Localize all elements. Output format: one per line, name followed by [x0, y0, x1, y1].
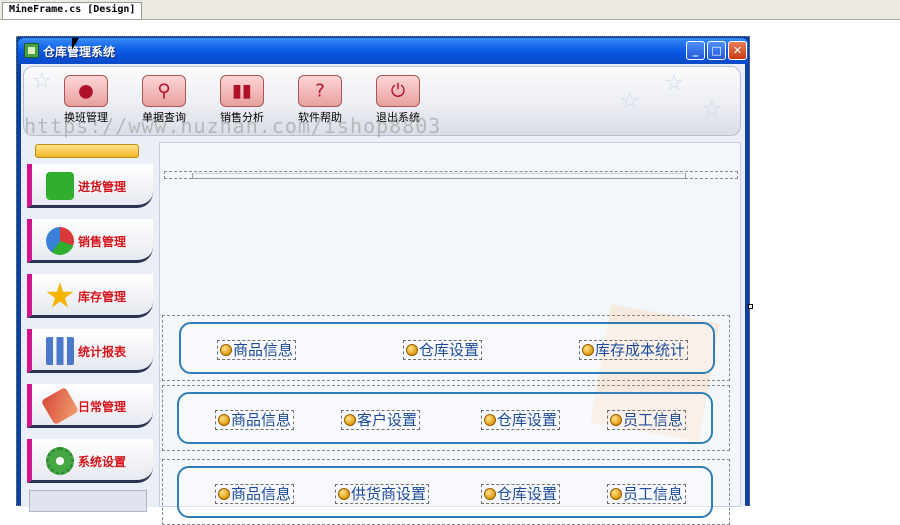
- link-group-panel: 商品信息 供货商设置 仓库设置 员工信息: [162, 459, 730, 525]
- nav-item-label: 统计报表: [78, 345, 127, 359]
- nav-item-label: 系统设置: [78, 455, 127, 469]
- link-supplier-settings[interactable]: 供货商设置: [335, 484, 430, 504]
- gear-icon: [46, 447, 74, 475]
- nav-item-reports[interactable]: 统计报表: [27, 329, 153, 373]
- star-icon: [46, 282, 74, 308]
- nav-item-daily[interactable]: 日常管理: [27, 384, 153, 428]
- watermark-text: https://www.huzhan.com/ishop8803: [24, 114, 442, 138]
- app-icon: [24, 43, 39, 58]
- link-employee-info[interactable]: 员工信息: [607, 484, 687, 504]
- bullet-icon: [218, 488, 230, 500]
- decor-star-icon: ☆: [702, 97, 722, 122]
- nav-item-label: 日常管理: [78, 400, 127, 414]
- bar-chart-icon: ▮▮: [220, 75, 264, 107]
- link-group-panel: 商品信息 仓库设置 库存成本统计: [162, 315, 730, 381]
- plus-icon: [46, 172, 74, 200]
- bullet-icon: [610, 488, 622, 500]
- bullet-icon: [218, 414, 230, 426]
- link-product-info[interactable]: 商品信息: [215, 410, 295, 430]
- nav-item-inventory[interactable]: 库存管理: [27, 274, 153, 318]
- link-warehouse-settings[interactable]: 仓库设置: [481, 484, 561, 504]
- nav-item-sales[interactable]: 销售管理: [27, 219, 153, 263]
- ide-document-tab[interactable]: MineFrame.cs [Design]: [2, 2, 143, 19]
- link-inventory-cost-stats[interactable]: 库存成本统计: [579, 340, 689, 360]
- designer-placeholder-inner[interactable]: [192, 173, 686, 179]
- bullet-icon: [582, 344, 594, 356]
- link-group: 商品信息 供货商设置 仓库设置 员工信息: [177, 466, 713, 518]
- users-icon: ●: [64, 75, 108, 107]
- bullet-icon: [484, 488, 496, 500]
- nav-footer: [29, 490, 147, 512]
- nav-item-label: 销售管理: [78, 235, 127, 249]
- link-product-info[interactable]: 商品信息: [215, 484, 295, 504]
- nav-item-label: 进货管理: [78, 180, 127, 194]
- decor-star-icon: ☆: [664, 71, 684, 96]
- link-customer-settings[interactable]: 客户设置: [341, 410, 421, 430]
- nav-header-bar: [35, 144, 139, 158]
- magnifier-icon: ⚲: [142, 75, 186, 107]
- bullet-icon: [484, 414, 496, 426]
- decor-star-icon: ☆: [620, 89, 640, 114]
- link-group: 商品信息 仓库设置 库存成本统计: [179, 322, 715, 374]
- nav-item-purchase[interactable]: 进货管理: [27, 164, 153, 208]
- left-navigation: 进货管理 销售管理 库存管理 统计报表 日常管理 系统设置: [27, 140, 159, 512]
- link-warehouse-settings[interactable]: 仓库设置: [403, 340, 483, 360]
- bullet-icon: [338, 488, 350, 500]
- help-icon: ?: [298, 75, 342, 107]
- ide-document-tabbar: MineFrame.cs [Design]: [0, 0, 900, 20]
- bullet-icon: [220, 344, 232, 356]
- mouse-cursor-icon: [72, 38, 79, 50]
- link-warehouse-settings[interactable]: 仓库设置: [481, 410, 561, 430]
- link-group: 商品信息 客户设置 仓库设置 员工信息: [177, 392, 713, 444]
- bullet-icon: [344, 414, 356, 426]
- designer-form[interactable]: 仓库管理系统 _ □ ✕ ☆ ☆ ☆ ☆ ● 换班管理 ⚲ 单据查询 ▮▮ 销售…: [16, 36, 750, 525]
- resize-handle[interactable]: [748, 304, 753, 309]
- bars-icon: [46, 337, 74, 365]
- window-titlebar[interactable]: 仓库管理系统 _ □ ✕: [18, 38, 748, 64]
- nav-item-label: 库存管理: [78, 290, 127, 304]
- close-button[interactable]: ✕: [728, 41, 747, 60]
- link-employee-info[interactable]: 员工信息: [607, 410, 687, 430]
- nav-item-settings[interactable]: 系统设置: [27, 439, 153, 483]
- link-product-info[interactable]: 商品信息: [217, 340, 297, 360]
- maximize-button[interactable]: □: [707, 41, 726, 60]
- decor-star-icon: ☆: [32, 69, 52, 94]
- main-content-panel: 商品信息 仓库设置 库存成本统计 商品信息 客户设置 仓库设置 员工信息 商品信…: [159, 142, 741, 525]
- pie-chart-icon: [46, 227, 74, 255]
- bullet-icon: [406, 344, 418, 356]
- bullet-icon: [610, 414, 622, 426]
- link-group-panel: 商品信息 客户设置 仓库设置 员工信息: [162, 385, 730, 451]
- power-icon: ⏻: [376, 75, 420, 107]
- tools-icon: [40, 386, 80, 426]
- minimize-button[interactable]: _: [686, 41, 705, 60]
- window-title: 仓库管理系统: [43, 45, 116, 59]
